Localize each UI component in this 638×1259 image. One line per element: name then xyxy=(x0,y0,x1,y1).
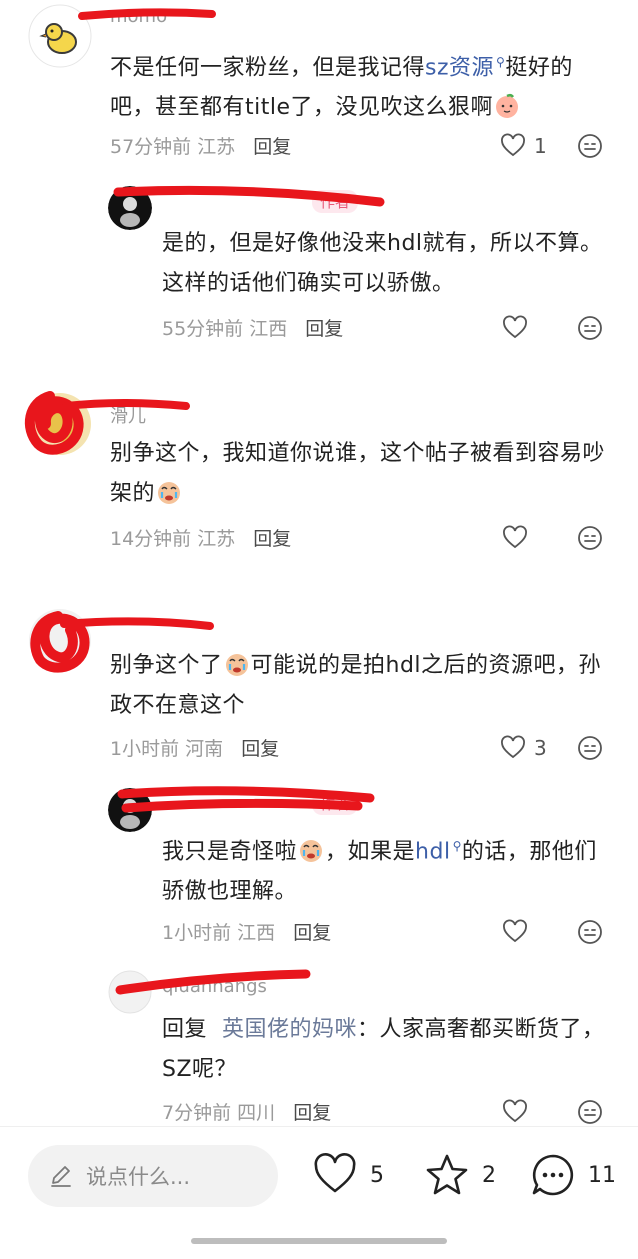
heart-icon xyxy=(501,735,525,759)
avatar[interactable] xyxy=(28,392,92,456)
comment-username[interactable]: momo xyxy=(110,6,167,27)
comment-input[interactable]: 说点什么... xyxy=(28,1145,278,1207)
reply-text: ，如果是 xyxy=(325,839,416,865)
author-badge: 作者 xyxy=(312,792,359,815)
search-link-icon[interactable]: ⚲ xyxy=(496,55,505,69)
more-options-icon[interactable] xyxy=(577,1099,603,1125)
like-count: 3 xyxy=(534,736,547,760)
comment-meta: 14分钟前 江苏 回复 xyxy=(110,524,291,551)
comment-username[interactable]: 滑儿 xyxy=(110,402,146,428)
crying-emoji-icon xyxy=(158,482,181,504)
more-options-icon[interactable] xyxy=(577,315,603,341)
more-options-icon[interactable] xyxy=(577,919,603,945)
author-avatar-icon xyxy=(108,186,152,230)
heart-icon xyxy=(503,525,527,549)
reply-meta: 1小时前 江西 回复 xyxy=(162,918,331,945)
comment-location: 江苏 xyxy=(197,136,236,158)
reply-location: 四川 xyxy=(237,1102,276,1124)
heart-icon xyxy=(503,315,527,339)
reply-button[interactable]: 回复 xyxy=(293,922,331,944)
author-avatar-icon xyxy=(108,788,152,832)
comment-input-placeholder: 说点什么... xyxy=(86,1165,191,1189)
favorite-button[interactable]: 2 xyxy=(424,1153,496,1197)
reply-username[interactable]: 作者 xyxy=(162,792,359,815)
search-link[interactable]: sz资源 xyxy=(425,55,494,80)
search-link[interactable]: hdl xyxy=(415,839,451,864)
reply-meta: 7分钟前 四川 回复 xyxy=(162,1098,331,1125)
comment-text: 别争这个，我知道你说谁，这个帖子被看到容易吵架的 xyxy=(110,441,606,506)
comment-count: 11 xyxy=(588,1162,616,1188)
more-options-icon[interactable] xyxy=(577,525,603,551)
peach-emoji-icon xyxy=(496,94,519,119)
comment-time: 1小时前 xyxy=(110,738,180,760)
crying-emoji-icon xyxy=(300,840,323,863)
reply-time: 7分钟前 xyxy=(162,1102,232,1124)
user-avatar-icon xyxy=(108,970,152,1014)
comment-time: 14分钟前 xyxy=(110,528,192,550)
reply-button[interactable]: 回复 xyxy=(253,528,291,550)
like-count: 1 xyxy=(534,134,547,158)
reply-time: 55分钟前 xyxy=(162,318,244,340)
author-badge: 作者 xyxy=(312,190,359,213)
search-link-icon[interactable]: ⚲ xyxy=(453,839,462,853)
like-button[interactable] xyxy=(502,523,536,553)
heart-icon xyxy=(314,1153,356,1193)
like-button[interactable] xyxy=(502,917,536,947)
reply-button[interactable]: 回复 xyxy=(293,1102,331,1124)
like-button[interactable]: 3 xyxy=(500,733,547,763)
heart-icon xyxy=(503,919,527,943)
reply-location: 江西 xyxy=(249,318,288,340)
comment-text: 不是任何一家粉丝，但是我记得 xyxy=(110,55,426,81)
post-like-count: 5 xyxy=(370,1162,384,1188)
pencil-icon xyxy=(51,1166,71,1187)
reply-meta: 55分钟前 江西 回复 xyxy=(162,314,343,341)
comment-time: 57分钟前 xyxy=(110,136,192,158)
like-button[interactable]: 1 xyxy=(500,131,547,161)
heart-icon xyxy=(503,1099,527,1123)
more-options-icon[interactable] xyxy=(577,133,603,159)
comment-meta: 1小时前 河南 回复 xyxy=(110,734,279,761)
home-indicator[interactable] xyxy=(191,1238,447,1244)
comment-meta: 57分钟前 江苏 回复 xyxy=(110,132,291,159)
reply-button[interactable]: 回复 xyxy=(305,318,343,340)
user-avatar-icon xyxy=(29,393,91,455)
reply-location: 江西 xyxy=(237,922,276,944)
reply-button[interactable]: 回复 xyxy=(241,738,279,760)
avatar[interactable] xyxy=(108,970,152,1014)
avatar[interactable] xyxy=(108,788,152,832)
reply-username[interactable]: 作者 xyxy=(162,190,359,213)
favorite-count: 2 xyxy=(482,1162,496,1188)
chat-bubble-icon xyxy=(532,1154,574,1196)
reply-username[interactable]: qiuanhangs xyxy=(162,976,267,997)
avatar[interactable] xyxy=(28,4,92,68)
like-post-button[interactable]: 5 xyxy=(312,1153,384,1197)
comment-body: 不是任何一家粉丝，但是我记得sz资源 ⚲挺好的吧，甚至都有title了，没见吹这么… xyxy=(110,42,610,128)
user-avatar-icon xyxy=(29,609,91,671)
reply-button[interactable]: 回复 xyxy=(253,136,291,158)
comment-location: 河南 xyxy=(185,738,224,760)
reply-prefix: 回复 xyxy=(162,1017,208,1042)
mention-link[interactable]: 英国佬的妈咪 xyxy=(222,1017,357,1042)
star-icon xyxy=(426,1154,468,1195)
like-button[interactable] xyxy=(502,1097,536,1127)
comment-body: 别争这个了 可能说的是拍hdl之后的资源吧，孙政不在意这个 xyxy=(110,646,610,726)
comment-body: 别争这个，我知道你说谁，这个帖子被看到容易吵架的 xyxy=(110,434,610,514)
avatar[interactable] xyxy=(108,186,152,230)
comment-location: 江苏 xyxy=(197,528,236,550)
heart-icon xyxy=(501,133,525,157)
more-options-icon[interactable] xyxy=(577,735,603,761)
bottom-action-bar: 说点什么... 5 2 11 xyxy=(0,1126,638,1259)
avatar[interactable] xyxy=(28,608,92,672)
crying-emoji-icon xyxy=(225,654,248,676)
reply-body: 是的，但是好像他没来hdl就有，所以不算。这样的话他们确实可以骄傲。 xyxy=(162,231,603,296)
duck-avatar-icon xyxy=(28,4,92,68)
comment-text: 别争这个了 xyxy=(110,653,223,678)
comment-count-button[interactable]: 11 xyxy=(530,1153,616,1197)
reply-body: 回复 英国佬的妈咪：人家高奢都买断货了，SZ呢？ xyxy=(162,1010,612,1090)
reply-time: 1小时前 xyxy=(162,922,232,944)
reply-text: 我只是奇怪啦 xyxy=(162,839,298,865)
reply-body: 我只是奇怪啦 ，如果是hdl ⚲的话，那他们骄傲也理解。 xyxy=(162,826,612,912)
like-button[interactable] xyxy=(502,313,536,343)
